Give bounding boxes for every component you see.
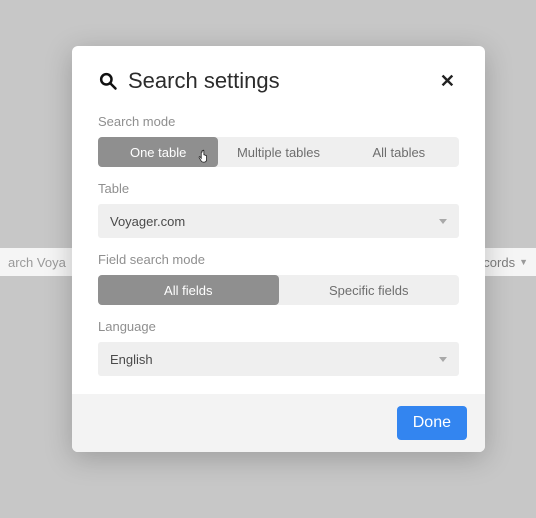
- caret-down-icon: [439, 219, 447, 224]
- language-label: Language: [98, 319, 459, 334]
- search-mode-label: Search mode: [98, 114, 459, 129]
- language-select-value: English: [110, 352, 153, 367]
- done-button-label: Done: [413, 414, 451, 431]
- dialog-footer: Done: [72, 394, 485, 452]
- table-select-value: Voyager.com: [110, 214, 185, 229]
- table-select[interactable]: Voyager.com: [98, 204, 459, 238]
- search-mode-all-tables-label: All tables: [372, 145, 425, 160]
- dialog-title-group: Search settings: [98, 68, 280, 94]
- dialog-title: Search settings: [128, 68, 280, 94]
- close-icon: ✕: [440, 71, 455, 91]
- search-mode-multiple-tables-label: Multiple tables: [237, 145, 320, 160]
- dialog-header: Search settings ✕: [72, 46, 485, 104]
- close-button[interactable]: ✕: [436, 68, 459, 94]
- search-icon: [98, 71, 118, 91]
- bg-records-label: cords: [483, 255, 515, 270]
- field-mode-specific-fields[interactable]: Specific fields: [279, 275, 460, 305]
- table-label: Table: [98, 181, 459, 196]
- dialog-body: Search mode One table Multiple tables Al…: [72, 104, 485, 394]
- caret-down-icon: ▼: [519, 257, 528, 267]
- field-search-mode-label: Field search mode: [98, 252, 459, 267]
- field-mode-specific-fields-label: Specific fields: [329, 283, 408, 298]
- bg-records-fragment: cords ▼: [483, 255, 528, 270]
- search-mode-one-table-label: One table: [130, 145, 186, 160]
- caret-down-icon: [439, 357, 447, 362]
- search-mode-one-table[interactable]: One table: [98, 137, 218, 167]
- search-settings-dialog: Search settings ✕ Search mode One table …: [72, 46, 485, 452]
- language-select[interactable]: English: [98, 342, 459, 376]
- cursor-hand-icon: [196, 148, 210, 164]
- field-mode-all-fields[interactable]: All fields: [98, 275, 279, 305]
- field-search-mode-segmented: All fields Specific fields: [98, 275, 459, 305]
- search-mode-segmented: One table Multiple tables All tables: [98, 137, 459, 167]
- search-mode-all-tables[interactable]: All tables: [339, 137, 459, 167]
- done-button[interactable]: Done: [397, 406, 467, 440]
- search-mode-multiple-tables[interactable]: Multiple tables: [218, 137, 338, 167]
- field-mode-all-fields-label: All fields: [164, 283, 212, 298]
- bg-search-fragment: arch Voya: [8, 255, 66, 270]
